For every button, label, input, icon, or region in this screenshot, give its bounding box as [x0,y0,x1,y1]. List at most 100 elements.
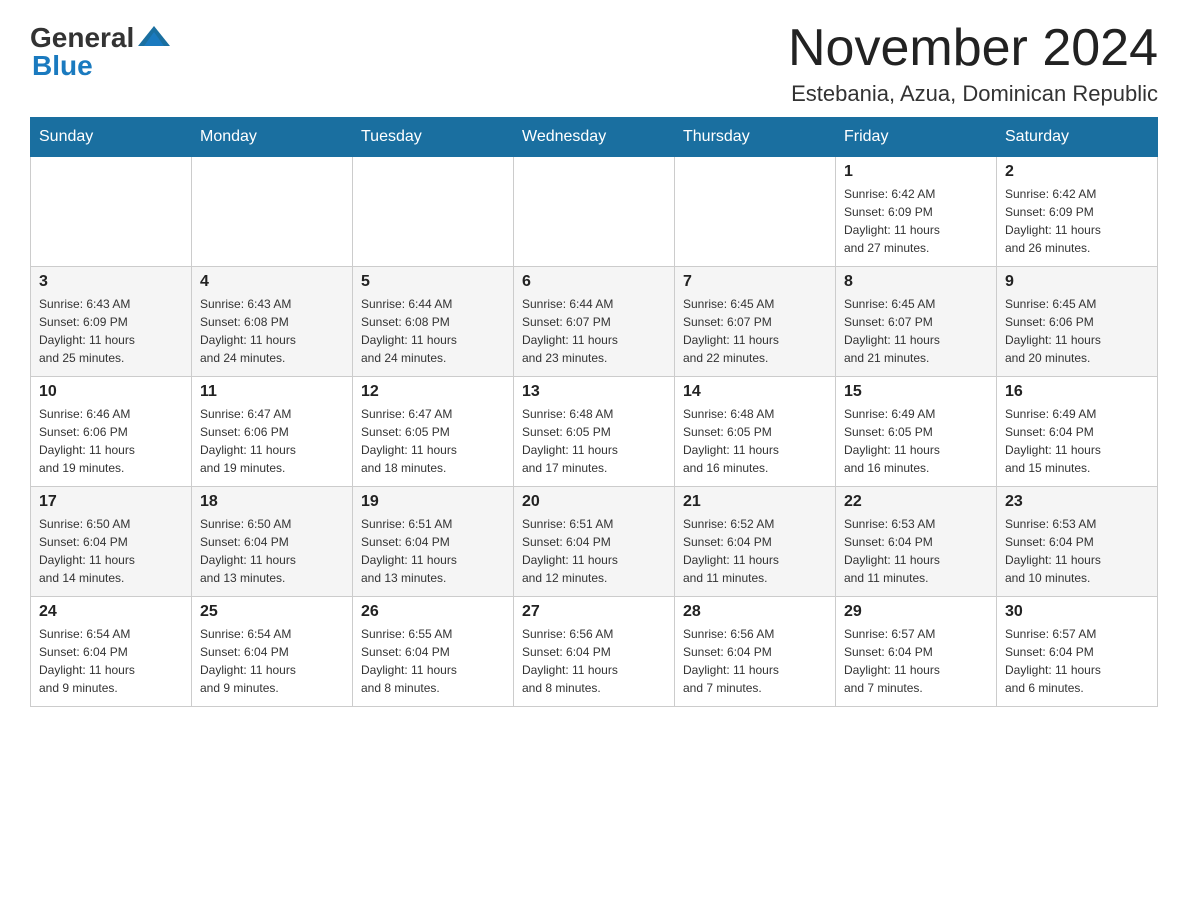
day-info: Sunrise: 6:43 AM Sunset: 6:09 PM Dayligh… [39,295,183,367]
day-number: 5 [361,273,505,291]
calendar-day-cell: 6 Sunrise: 6:44 AM Sunset: 6:07 PM Daylig… [514,267,675,377]
day-info: Sunrise: 6:46 AM Sunset: 6:06 PM Dayligh… [39,405,183,477]
day-number: 2 [1005,163,1149,181]
day-number: 14 [683,383,827,401]
calendar-day-cell: 28 Sunrise: 6:56 AM Sunset: 6:04 PM Dayli… [675,597,836,707]
calendar-day-cell: 4 Sunrise: 6:43 AM Sunset: 6:08 PM Daylig… [192,267,353,377]
logo: General Blue [30,20,172,82]
calendar-header-row: SundayMondayTuesdayWednesdayThursdayFrid… [31,118,1158,157]
day-number: 6 [522,273,666,291]
day-number: 17 [39,493,183,511]
day-number: 1 [844,163,988,181]
day-number: 30 [1005,603,1149,621]
day-number: 23 [1005,493,1149,511]
day-number: 28 [683,603,827,621]
day-number: 7 [683,273,827,291]
day-info: Sunrise: 6:50 AM Sunset: 6:04 PM Dayligh… [200,515,344,587]
day-number: 24 [39,603,183,621]
day-info: Sunrise: 6:51 AM Sunset: 6:04 PM Dayligh… [522,515,666,587]
day-number: 16 [1005,383,1149,401]
page-header: General Blue November 2024 Estebania, Az… [30,20,1158,107]
day-info: Sunrise: 6:47 AM Sunset: 6:05 PM Dayligh… [361,405,505,477]
day-number: 3 [39,273,183,291]
day-number: 11 [200,383,344,401]
day-number: 12 [361,383,505,401]
day-info: Sunrise: 6:53 AM Sunset: 6:04 PM Dayligh… [844,515,988,587]
title-section: November 2024 Estebania, Azua, Dominican… [788,20,1158,107]
day-info: Sunrise: 6:47 AM Sunset: 6:06 PM Dayligh… [200,405,344,477]
calendar-day-cell: 21 Sunrise: 6:52 AM Sunset: 6:04 PM Dayli… [675,487,836,597]
day-info: Sunrise: 6:53 AM Sunset: 6:04 PM Dayligh… [1005,515,1149,587]
day-info: Sunrise: 6:45 AM Sunset: 6:07 PM Dayligh… [683,295,827,367]
calendar-day-cell: 15 Sunrise: 6:49 AM Sunset: 6:05 PM Dayli… [836,377,997,487]
day-number: 25 [200,603,344,621]
calendar-week-row: 3 Sunrise: 6:43 AM Sunset: 6:09 PM Daylig… [31,267,1158,377]
logo-blue-text: Blue [32,50,93,82]
day-info: Sunrise: 6:48 AM Sunset: 6:05 PM Dayligh… [683,405,827,477]
calendar-day-cell: 17 Sunrise: 6:50 AM Sunset: 6:04 PM Dayli… [31,487,192,597]
empty-cell [31,157,192,267]
day-number: 26 [361,603,505,621]
day-number: 29 [844,603,988,621]
calendar-day-cell: 13Sunrise: 6:48 AM Sunset: 6:05 PM Dayli… [514,377,675,487]
day-info: Sunrise: 6:51 AM Sunset: 6:04 PM Dayligh… [361,515,505,587]
calendar-day-cell: 3 Sunrise: 6:43 AM Sunset: 6:09 PM Daylig… [31,267,192,377]
day-number: 9 [1005,273,1149,291]
calendar-day-cell: 24Sunrise: 6:54 AM Sunset: 6:04 PM Dayli… [31,597,192,707]
day-info: Sunrise: 6:45 AM Sunset: 6:07 PM Dayligh… [844,295,988,367]
logo-icon [136,20,172,56]
day-number: 4 [200,273,344,291]
calendar-day-cell: 23 Sunrise: 6:53 AM Sunset: 6:04 PM Dayli… [997,487,1158,597]
day-info: Sunrise: 6:42 AM Sunset: 6:09 PM Dayligh… [1005,185,1149,257]
weekday-header-saturday: Saturday [997,118,1158,157]
calendar-day-cell: 18Sunrise: 6:50 AM Sunset: 6:04 PM Dayli… [192,487,353,597]
calendar-day-cell: 30 Sunrise: 6:57 AM Sunset: 6:04 PM Dayli… [997,597,1158,707]
month-year-title: November 2024 [788,20,1158,77]
calendar-day-cell: 5 Sunrise: 6:44 AM Sunset: 6:08 PM Daylig… [353,267,514,377]
day-info: Sunrise: 6:55 AM Sunset: 6:04 PM Dayligh… [361,625,505,697]
calendar-day-cell: 1 Sunrise: 6:42 AM Sunset: 6:09 PM Daylig… [836,157,997,267]
calendar-day-cell: 9Sunrise: 6:45 AM Sunset: 6:06 PM Daylig… [997,267,1158,377]
calendar-day-cell: 20Sunrise: 6:51 AM Sunset: 6:04 PM Dayli… [514,487,675,597]
calendar-day-cell: 26 Sunrise: 6:55 AM Sunset: 6:04 PM Dayli… [353,597,514,707]
weekday-header-friday: Friday [836,118,997,157]
day-info: Sunrise: 6:43 AM Sunset: 6:08 PM Dayligh… [200,295,344,367]
calendar-week-row: 24 Sunrise: 6:54 AM Sunset: 6:04 PM Dayli… [31,597,1158,707]
day-number: 22 [844,493,988,511]
day-number: 27 [522,603,666,621]
calendar-day-cell: 19 Sunrise: 6:51 AM Sunset: 6:04 PM Dayli… [353,487,514,597]
day-info: Sunrise: 6:56 AM Sunset: 6:04 PM Dayligh… [683,625,827,697]
day-info: Sunrise: 6:49 AM Sunset: 6:05 PM Dayligh… [844,405,988,477]
day-info: Sunrise: 6:49 AM Sunset: 6:04 PM Dayligh… [1005,405,1149,477]
day-number: 21 [683,493,827,511]
calendar-day-cell: 16 Sunrise: 6:49 AM Sunset: 6:04 PM Dayli… [997,377,1158,487]
empty-cell [514,157,675,267]
calendar-day-cell: 10Sunrise: 6:46 AM Sunset: 6:06 PM Dayli… [31,377,192,487]
weekday-header-thursday: Thursday [675,118,836,157]
empty-cell [192,157,353,267]
calendar-week-row: 1 Sunrise: 6:42 AM Sunset: 6:09 PM Daylig… [31,157,1158,267]
location-subtitle: Estebania, Azua, Dominican Republic [788,81,1158,107]
calendar-day-cell: 12 Sunrise: 6:47 AM Sunset: 6:05 PM Dayli… [353,377,514,487]
calendar-day-cell: 14 Sunrise: 6:48 AM Sunset: 6:05 PM Dayli… [675,377,836,487]
calendar-day-cell: 7 Sunrise: 6:45 AM Sunset: 6:07 PM Daylig… [675,267,836,377]
day-number: 19 [361,493,505,511]
day-number: 15 [844,383,988,401]
weekday-header-sunday: Sunday [31,118,192,157]
calendar-day-cell: 22 Sunrise: 6:53 AM Sunset: 6:04 PM Dayli… [836,487,997,597]
day-info: Sunrise: 6:42 AM Sunset: 6:09 PM Dayligh… [844,185,988,257]
day-info: Sunrise: 6:50 AM Sunset: 6:04 PM Dayligh… [39,515,183,587]
day-info: Sunrise: 6:44 AM Sunset: 6:08 PM Dayligh… [361,295,505,367]
calendar-week-row: 17 Sunrise: 6:50 AM Sunset: 6:04 PM Dayli… [31,487,1158,597]
day-info: Sunrise: 6:54 AM Sunset: 6:04 PM Dayligh… [200,625,344,697]
calendar-week-row: 10Sunrise: 6:46 AM Sunset: 6:06 PM Dayli… [31,377,1158,487]
day-number: 13 [522,383,666,401]
day-info: Sunrise: 6:57 AM Sunset: 6:04 PM Dayligh… [844,625,988,697]
weekday-header-monday: Monday [192,118,353,157]
calendar-day-cell: 25 Sunrise: 6:54 AM Sunset: 6:04 PM Dayli… [192,597,353,707]
day-info: Sunrise: 6:52 AM Sunset: 6:04 PM Dayligh… [683,515,827,587]
day-info: Sunrise: 6:44 AM Sunset: 6:07 PM Dayligh… [522,295,666,367]
calendar-day-cell: 8Sunrise: 6:45 AM Sunset: 6:07 PM Daylig… [836,267,997,377]
day-info: Sunrise: 6:57 AM Sunset: 6:04 PM Dayligh… [1005,625,1149,697]
calendar-table: SundayMondayTuesdayWednesdayThursdayFrid… [30,117,1158,707]
